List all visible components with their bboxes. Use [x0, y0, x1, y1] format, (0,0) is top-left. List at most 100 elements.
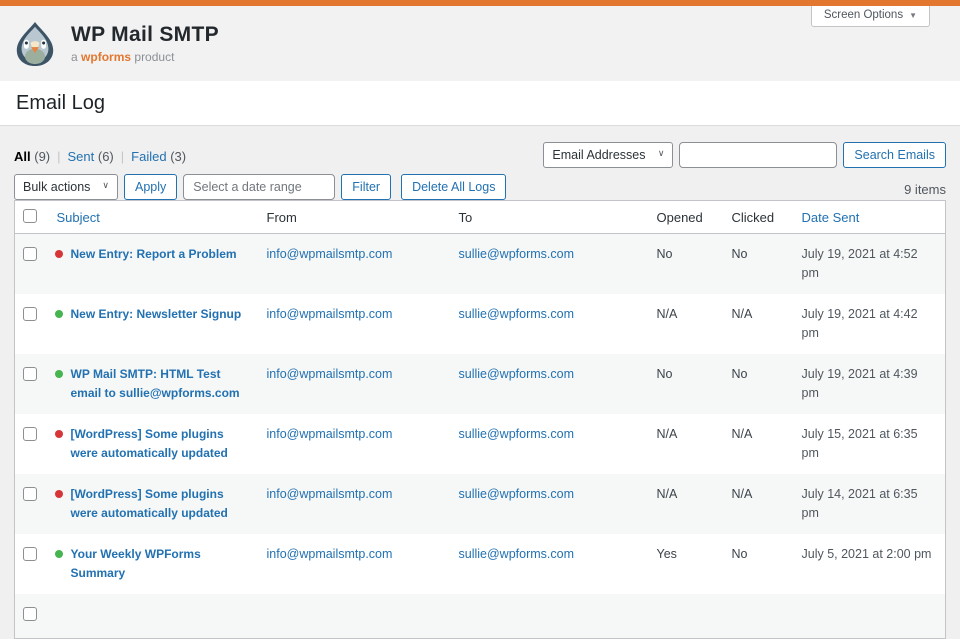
from-cell: info@wpmailsmtp.com [259, 534, 451, 594]
row-checkbox[interactable] [23, 547, 37, 561]
to-email-link[interactable]: sullie@wpforms.com [459, 487, 575, 501]
from-email-link[interactable]: info@wpmailsmtp.com [267, 547, 393, 561]
search-emails-button[interactable]: Search Emails [843, 142, 946, 168]
page-title: Email Log [16, 92, 105, 115]
subject-link[interactable]: New Entry: Newsletter Signup [71, 307, 242, 321]
app-tagline: a wpforms product [71, 50, 219, 64]
caret-down-icon: ▼ [909, 11, 917, 20]
from-email-link[interactable]: info@wpmailsmtp.com [267, 367, 393, 381]
view-filter-sent[interactable]: Sent (6) [68, 149, 114, 164]
row-checkbox[interactable] [23, 487, 37, 501]
date-range-input[interactable] [183, 174, 335, 200]
table-row: [WordPress] Some plugins were automatica… [15, 474, 946, 534]
clicked-cell: No [724, 534, 794, 594]
row-checkbox[interactable] [23, 307, 37, 321]
date-sent-cell: July 19, 2021 at 4:52 pm [794, 234, 946, 295]
tagline-suffix: product [134, 50, 174, 64]
wpforms-brand: wpforms [81, 50, 131, 64]
opened-cell: No [649, 234, 724, 295]
table-row: WP Mail SMTP: HTML Test email to sullie@… [15, 354, 946, 414]
subject-cell: Your Weekly WPForms Summary [45, 534, 259, 594]
search-mode-select[interactable]: Email Addresses [543, 142, 673, 168]
screen-options-button[interactable]: Screen Options ▼ [811, 6, 930, 27]
to-email-link[interactable]: sullie@wpforms.com [459, 427, 575, 441]
to-email-link[interactable]: sullie@wpforms.com [459, 307, 575, 321]
column-header-subject[interactable]: Subject [45, 201, 259, 234]
table-row: New Entry: Report a Problem info@wpmailsm… [15, 234, 946, 295]
column-header-from: From [259, 201, 451, 234]
clicked-cell: N/A [724, 294, 794, 354]
column-header-date-sent[interactable]: Date Sent [794, 201, 946, 234]
status-dot-failed [55, 490, 63, 498]
row-select-cell [15, 474, 45, 534]
subject-cell: [WordPress] Some plugins were automatica… [45, 474, 259, 534]
date-sent-cell: July 19, 2021 at 4:39 pm [794, 354, 946, 414]
from-cell: info@wpmailsmtp.com [259, 294, 451, 354]
to-email-link[interactable]: sullie@wpforms.com [459, 247, 575, 261]
subject-link[interactable]: WP Mail SMTP: HTML Test email to sullie@… [71, 367, 240, 400]
to-cell: sullie@wpforms.com [451, 294, 649, 354]
subject-link[interactable]: [WordPress] Some plugins were automatica… [71, 427, 228, 460]
subject-link[interactable]: [WordPress] Some plugins were automatica… [71, 487, 228, 520]
opened-cell: N/A [649, 294, 724, 354]
select-all-cell [15, 201, 45, 234]
search-form: Email Addresses Search Emails [543, 142, 946, 168]
bulk-actions-select[interactable]: Bulk actions [14, 174, 118, 200]
view-filter-count: (3) [167, 149, 187, 164]
opened-cell: N/A [649, 414, 724, 474]
to-email-link[interactable]: sullie@wpforms.com [459, 547, 575, 561]
from-cell: info@wpmailsmtp.com [259, 414, 451, 474]
view-filter-failed[interactable]: Failed (3) [131, 149, 186, 164]
apply-button[interactable]: Apply [124, 174, 177, 200]
view-filter-link[interactable]: Sent [68, 149, 95, 164]
bulk-actions-select-wrap: Bulk actions [14, 174, 118, 200]
to-cell: sullie@wpforms.com [451, 534, 649, 594]
select-all-checkbox[interactable] [23, 209, 37, 223]
from-cell: info@wpmailsmtp.com [259, 474, 451, 534]
filter-button[interactable]: Filter [341, 174, 391, 200]
search-mode-select-wrap: Email Addresses [543, 142, 673, 168]
app-title: WP Mail SMTP [71, 23, 219, 47]
page-title-bar: Email Log [0, 81, 960, 126]
column-header-opened: Opened [649, 201, 724, 234]
date-sent-cell: July 5, 2021 at 2:00 pm [794, 534, 946, 594]
view-filter-link[interactable]: All [14, 149, 31, 164]
column-header-clicked: Clicked [724, 201, 794, 234]
opened-cell: N/A [649, 474, 724, 534]
date-sent-cell: July 19, 2021 at 4:42 pm [794, 294, 946, 354]
subject-link[interactable]: New Entry: Report a Problem [71, 247, 237, 261]
row-select-cell [15, 294, 45, 354]
search-input[interactable] [679, 142, 837, 168]
clicked-cell: No [724, 354, 794, 414]
view-filter-all[interactable]: All (9) [14, 149, 50, 164]
clicked-cell: N/A [724, 474, 794, 534]
row-checkbox[interactable] [23, 427, 37, 441]
table-row-partial [15, 594, 946, 639]
row-select-cell [15, 534, 45, 594]
view-filter-link[interactable]: Failed [131, 149, 166, 164]
status-dot-sent [55, 550, 63, 558]
pigeon-mascot-icon [12, 21, 58, 67]
delete-all-logs-button[interactable]: Delete All Logs [401, 174, 506, 200]
view-separator: | [121, 149, 124, 164]
email-log-table: SubjectFromToOpenedClickedDate Sent New … [14, 200, 946, 639]
title-block: WP Mail SMTP a wpforms product [71, 23, 219, 64]
row-select-cell [15, 234, 45, 295]
wp-mail-smtp-logo [12, 21, 58, 67]
row-checkbox[interactable] [23, 367, 37, 381]
from-email-link[interactable]: info@wpmailsmtp.com [267, 307, 393, 321]
table-header: SubjectFromToOpenedClickedDate Sent [15, 201, 946, 234]
view-filter-count: (9) [31, 149, 51, 164]
table-body: New Entry: Report a Problem info@wpmailsm… [15, 234, 946, 639]
row-checkbox[interactable] [23, 607, 37, 621]
date-sent-cell: July 14, 2021 at 6:35 pm [794, 474, 946, 534]
row-checkbox[interactable] [23, 247, 37, 261]
from-email-link[interactable]: info@wpmailsmtp.com [267, 427, 393, 441]
row-select-cell [15, 414, 45, 474]
to-cell: sullie@wpforms.com [451, 414, 649, 474]
subject-link[interactable]: Your Weekly WPForms Summary [71, 547, 201, 580]
from-email-link[interactable]: info@wpmailsmtp.com [267, 487, 393, 501]
from-email-link[interactable]: info@wpmailsmtp.com [267, 247, 393, 261]
status-dot-sent [55, 370, 63, 378]
to-email-link[interactable]: sullie@wpforms.com [459, 367, 575, 381]
